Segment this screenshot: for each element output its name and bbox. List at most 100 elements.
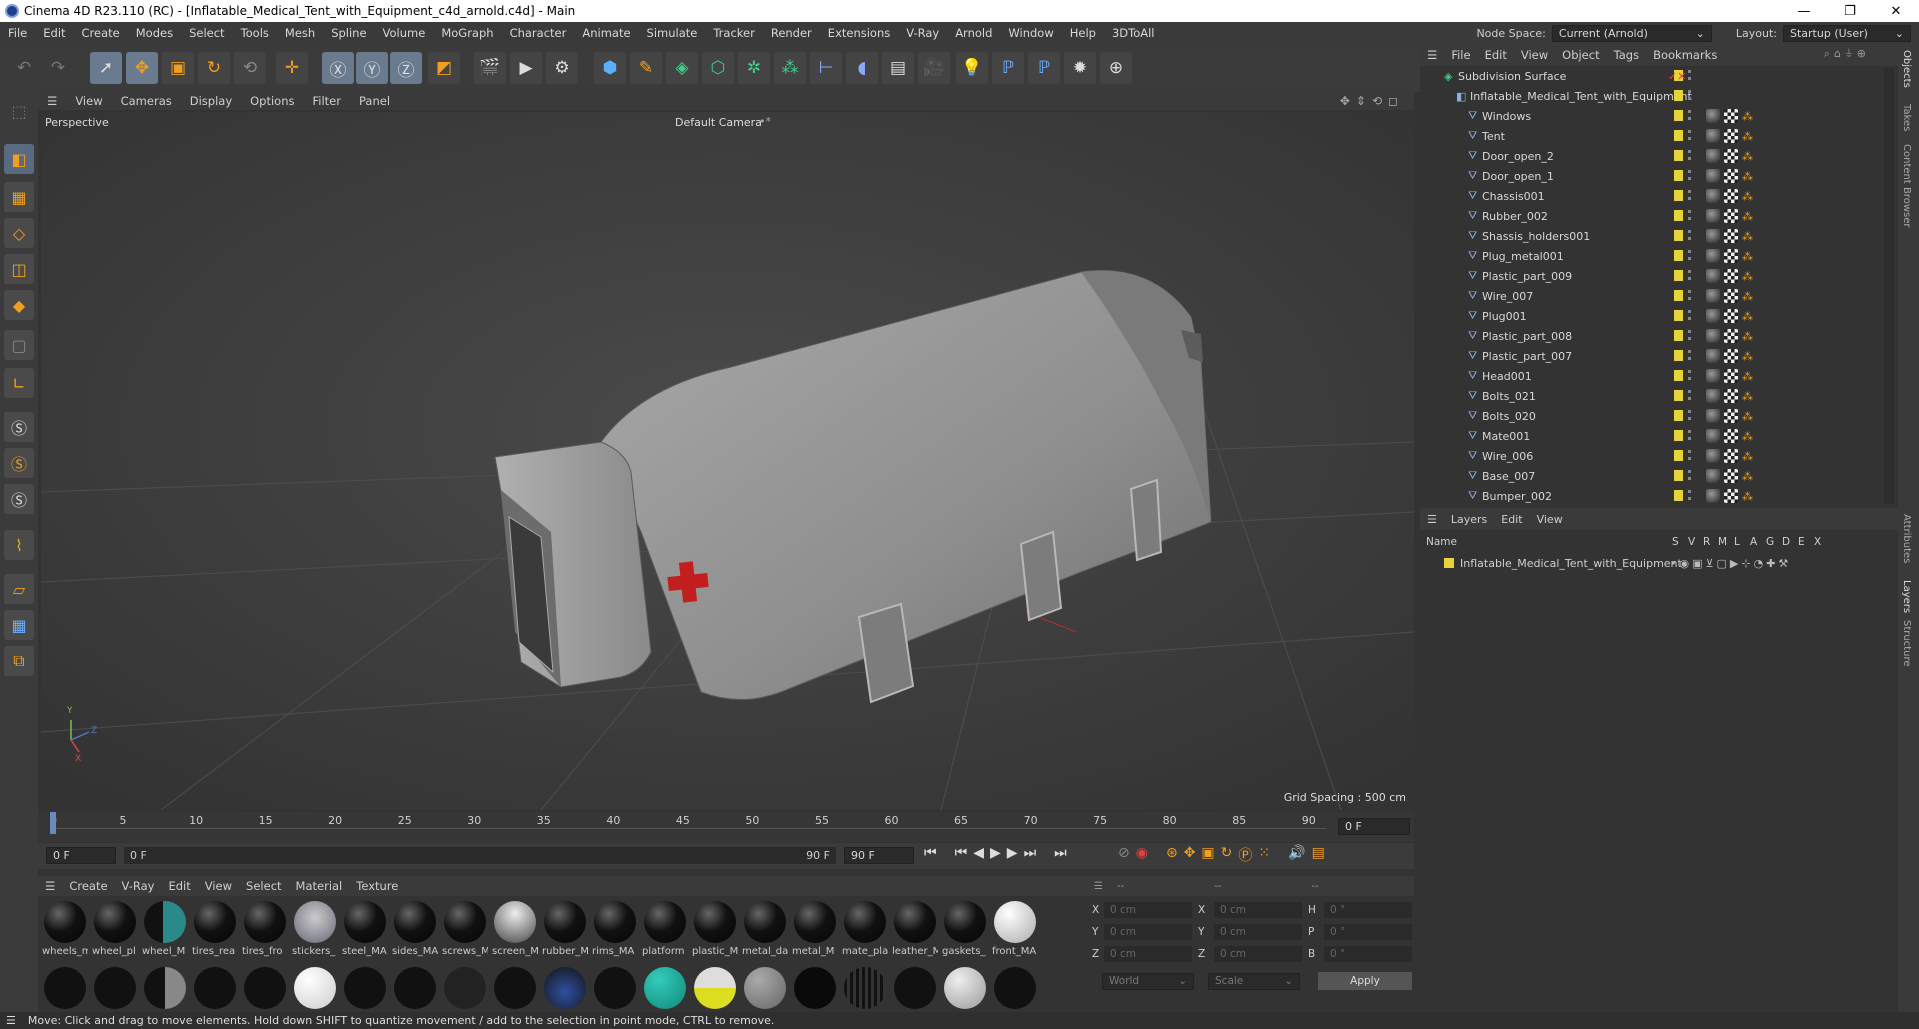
visibility-dots[interactable] [1688,470,1691,480]
material-swatch[interactable] [342,967,388,1009]
material-tag-icon[interactable] [1706,169,1720,183]
texture-tag-icon[interactable] [1724,129,1738,143]
material-swatch[interactable]: leather_M [892,901,938,957]
visibility-dots[interactable] [1688,190,1691,200]
object-menu-object[interactable]: Object [1555,48,1606,62]
play-icon[interactable]: ▶ [990,845,1001,861]
rotation-p-field[interactable]: 0 ° [1324,924,1412,940]
object-row[interactable]: ⛛ Plastic_part_007 ⁂ [1420,346,1880,366]
material-menu-vray[interactable]: V-Ray [115,879,162,893]
material-menu-select[interactable]: Select [239,879,288,893]
menu-animate[interactable]: Animate [574,26,638,40]
material-swatch[interactable]: stickers_ [292,901,338,957]
material-swatch[interactable] [592,967,638,1009]
layer-color-tag[interactable] [1674,330,1683,341]
object-row[interactable]: ⛛ Base_007 ⁂ [1420,466,1880,486]
snap-settings-icon[interactable]: Ⓢ [4,448,34,478]
object-name[interactable]: Chassis001 [1482,190,1545,203]
menu-extensions[interactable]: Extensions [820,26,898,40]
tab-structure[interactable]: Structure [1901,620,1912,667]
layer-color-tag[interactable] [1674,130,1683,141]
z-axis-lock-icon[interactable]: Ⓩ [390,52,422,84]
object-row[interactable]: ⛛ Windows ⁂ [1420,106,1880,126]
menu-spline[interactable]: Spline [323,26,374,40]
viewport-navigation-icons[interactable]: ✥⇕⟲◻ [1340,94,1404,108]
layer-color-tag[interactable] [1674,430,1683,441]
material-swatch[interactable] [92,967,138,1009]
material-tag-icon[interactable] [1706,129,1720,143]
object-name[interactable]: Bumper_002 [1482,490,1552,503]
texture-tag-icon[interactable] [1724,389,1738,403]
record-icon[interactable]: ⊘ [1118,845,1130,865]
floor-icon[interactable]: ▤ [882,52,914,84]
object-name[interactable]: Door_open_2 [1482,150,1554,163]
point-level-key-icon[interactable]: ⁙ [1258,845,1270,865]
make-editable-icon[interactable]: ⬚ [4,96,34,126]
object-name[interactable]: Plug_metal001 [1482,250,1564,263]
material-swatch[interactable] [792,967,838,1009]
tab-content-browser[interactable]: Content Browser [1901,144,1912,227]
object-row[interactable]: ⛛ Door_open_1 ⁂ [1420,166,1880,186]
visibility-dots[interactable] [1688,290,1691,300]
scale-tool-icon[interactable]: ▣ [162,52,194,84]
menu-create[interactable]: Create [74,26,128,40]
y-axis-lock-icon[interactable]: Ⓨ [356,52,388,84]
playhead[interactable] [50,812,56,834]
phong-tag-icon[interactable]: ⁂ [1742,270,1753,283]
material-swatch[interactable]: wheels_m [42,901,88,957]
layer-color-tag[interactable] [1674,170,1683,181]
texture-tag-icon[interactable] [1724,269,1738,283]
layout-dropdown[interactable]: Startup (User) ⌄ [1783,24,1911,42]
layer-name[interactable]: Inflatable_Medical_Tent_with_Equipment [1460,557,1682,570]
polygon-mode-icon[interactable]: ◆ [4,290,34,320]
object-row[interactable]: ⛛ Plug_metal001 ⁂ [1420,246,1880,266]
material-swatch[interactable] [492,967,538,1009]
camera-icon[interactable]: 🎥 [918,52,950,84]
layer-color-tag[interactable] [1674,150,1683,161]
close-button[interactable]: ✕ [1873,0,1919,22]
viewport-menu-filter[interactable]: Filter [304,94,350,108]
bend-deformer-icon[interactable]: ⊢ [810,52,842,84]
x-axis-lock-icon[interactable]: Ⓧ [322,52,354,84]
visibility-dots[interactable] [1688,410,1691,420]
layer-color-tag[interactable] [1674,210,1683,221]
layer-color-tag[interactable] [1674,450,1683,461]
visibility-dots[interactable] [1688,170,1691,180]
object-menu-file[interactable]: File [1444,48,1477,62]
menu-simulate[interactable]: Simulate [639,26,706,40]
visibility-dots[interactable] [1688,250,1691,260]
visibility-dots[interactable] [1688,150,1691,160]
material-swatch[interactable]: plastic_M [692,901,738,957]
subdivision-surface-icon[interactable]: ◈ [666,52,698,84]
material-tag-icon[interactable] [1706,309,1720,323]
visibility-dots[interactable] [1688,70,1691,80]
menu-window[interactable]: Window [1000,26,1061,40]
material-tag-icon[interactable] [1706,289,1720,303]
render-picture-viewer-icon[interactable]: ▶ [510,52,542,84]
object-row[interactable]: ⛛ Bolts_021 ⁂ [1420,386,1880,406]
globe-icon[interactable]: ⊕ [1100,52,1132,84]
visibility-dots[interactable] [1688,390,1691,400]
material-menu-edit[interactable]: Edit [161,879,197,893]
grid-plane-icon[interactable]: ▦ [4,610,34,640]
material-swatch[interactable] [992,967,1038,1009]
object-name[interactable]: Rubber_002 [1482,210,1548,223]
material-swatch[interactable]: platform [642,901,688,957]
phong-tag-icon[interactable]: ⁂ [1742,250,1753,263]
material-swatch[interactable]: screws_M [442,901,488,957]
phong-tag-icon[interactable]: ⁂ [1742,170,1753,183]
phong-tag-icon[interactable]: ⁂ [1742,310,1753,323]
material-swatch[interactable] [192,967,238,1009]
object-menu-view[interactable]: View [1514,48,1555,62]
undo-icon[interactable]: ↶ [8,52,40,84]
object-name[interactable]: Plug001 [1482,310,1527,323]
material-swatch[interactable] [692,967,738,1009]
layer-color-tag[interactable] [1674,270,1683,281]
minimize-button[interactable]: — [1781,0,1827,22]
object-row[interactable]: ⛛ Plastic_part_009 ⁂ [1420,266,1880,286]
material-swatch[interactable] [442,967,488,1009]
phong-tag-icon[interactable]: ⁂ [1742,210,1753,223]
object-row[interactable]: ⛛ Bumper_002 ⁂ [1420,486,1880,506]
object-name[interactable]: Plastic_part_009 [1482,270,1572,283]
texture-tag-icon[interactable] [1724,309,1738,323]
